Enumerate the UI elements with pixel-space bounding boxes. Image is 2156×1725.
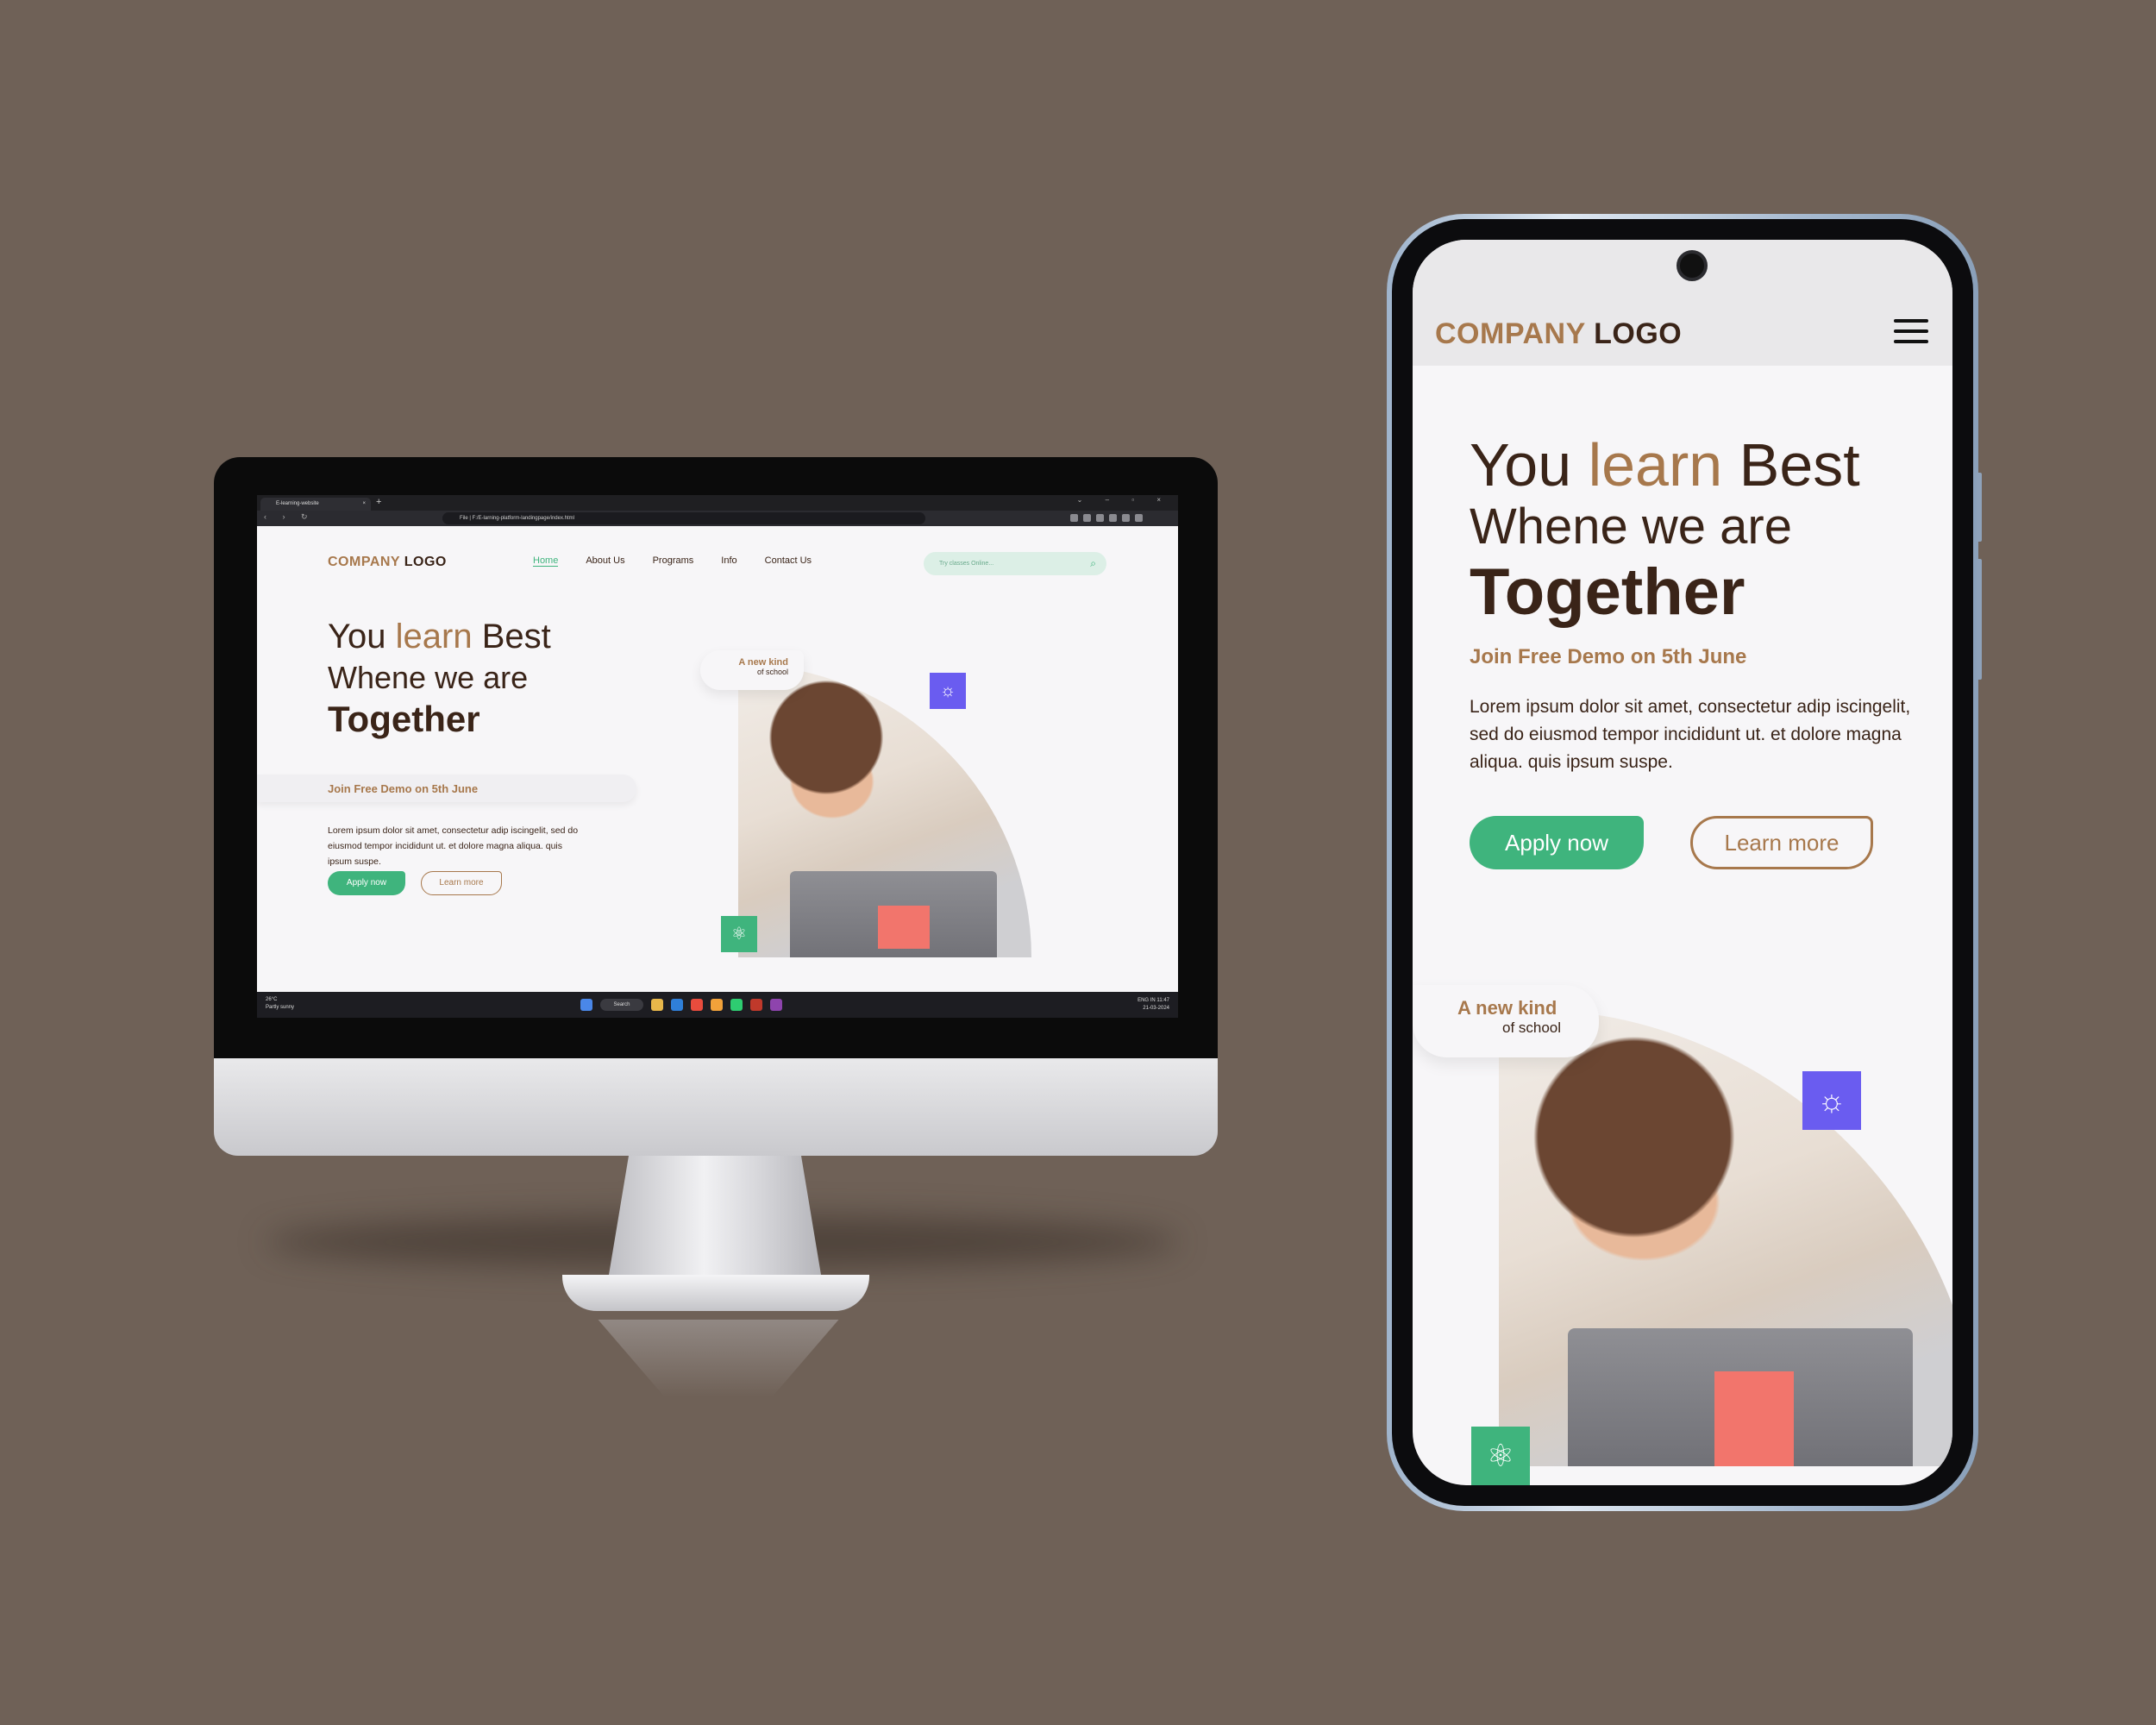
- demo-banner: Join Free Demo on 5th June: [257, 775, 636, 802]
- tray-time: 11:47: [1156, 998, 1169, 1003]
- taskbar-search[interactable]: Search: [600, 999, 643, 1011]
- mobile-new-kind-badge: A new kind of school: [1413, 985, 1599, 1057]
- nav-home[interactable]: Home: [533, 555, 559, 567]
- search-placeholder: Try classes Online...: [939, 561, 994, 567]
- search-icon[interactable]: ⌕: [1090, 552, 1096, 575]
- monitor-stand-neck: [607, 1156, 823, 1285]
- browser-tab-strip: E-learning-website × + ⌄ – ▫ ×: [257, 495, 1178, 511]
- new-kind-text: A new kind: [1457, 997, 1557, 1019]
- browser-nav-icons[interactable]: ‹ › ↻: [264, 512, 315, 522]
- front-camera: [1677, 250, 1708, 281]
- demo-text: Join Free Demo on 5th June: [328, 782, 479, 795]
- mobile-hero-photo: [1499, 1009, 1952, 1466]
- phone-side-button: [1977, 473, 1982, 542]
- lightbulb-icon: ☼: [1802, 1071, 1861, 1130]
- mobile-learn-more-button[interactable]: Learn more: [1690, 816, 1873, 869]
- phone-screen: COMPANY LOGO You learn Best Whene we are…: [1413, 240, 1952, 1485]
- mobile-hero-description: Lorem ipsum dolor sit amet, consectetur …: [1470, 697, 1911, 772]
- search-input[interactable]: Try classes Online... ⌕: [924, 552, 1106, 575]
- hero-line1-learn: learn: [395, 618, 473, 656]
- hero-line1-c: Best: [1722, 431, 1860, 499]
- mobile-demo-text: Join Free Demo on 5th June: [1470, 645, 1747, 668]
- hero-heading: You learn Best Whene we are Together: [328, 616, 551, 740]
- monitor-stand-reflection: [598, 1320, 839, 1397]
- desktop-screen: E-learning-website × + ⌄ – ▫ × ‹ › ↻ Fil…: [257, 495, 1178, 1018]
- tray-lang: ENG IN: [1138, 998, 1156, 1003]
- system-tray[interactable]: ENG IN 11:47 21-03-2024: [1138, 997, 1169, 1013]
- app-icon[interactable]: [711, 999, 723, 1011]
- logo-company-text: COMPANY: [1435, 317, 1586, 350]
- nav-info[interactable]: Info: [721, 555, 736, 567]
- browser-address-bar: ‹ › ↻ File | F:/E-larning-platform-landi…: [257, 511, 1178, 526]
- phone-mockup: COMPANY LOGO You learn Best Whene we are…: [1387, 214, 1982, 1511]
- of-school-text: of school: [1502, 1019, 1562, 1036]
- nav-contact-us[interactable]: Contact Us: [765, 555, 812, 567]
- tray-date: 21-03-2024: [1143, 1006, 1169, 1011]
- monitor-stand-base: [562, 1275, 869, 1311]
- logo-word-text: LOGO: [1594, 317, 1683, 350]
- apply-now-button[interactable]: Apply now: [328, 871, 405, 895]
- hero-line3: Together: [1470, 555, 1745, 629]
- app-icon[interactable]: [691, 999, 703, 1011]
- mobile-apply-now-button[interactable]: Apply now: [1470, 816, 1644, 869]
- hero-line1-learn: learn: [1588, 431, 1723, 499]
- taskbar-apps: Search: [580, 998, 782, 1012]
- of-school-text: of school: [756, 668, 788, 676]
- site-header: COMPANY LOGO Home About Us Programs Info…: [257, 526, 1178, 586]
- phone-volume-button: [1977, 559, 1982, 680]
- company-logo[interactable]: COMPANY LOGO: [328, 555, 447, 570]
- window-controls[interactable]: ⌄ – ▫ ×: [1077, 496, 1171, 504]
- new-tab-icon[interactable]: +: [376, 497, 381, 507]
- hero-line1-c: Best: [472, 618, 551, 656]
- weather-desc: Partly sunny: [266, 1005, 295, 1010]
- windows-start-icon[interactable]: [580, 999, 592, 1011]
- hero-line2: Whene we are: [1470, 499, 1792, 555]
- phone-bezel: COMPANY LOGO You learn Best Whene we are…: [1392, 219, 1973, 1506]
- app-icon[interactable]: [671, 999, 683, 1011]
- nav-programs[interactable]: Programs: [653, 555, 694, 567]
- hero-line1-a: You: [1470, 431, 1589, 499]
- mobile-hero-heading: You learn Best Whene we are Together: [1470, 431, 1860, 630]
- weather-temp: 26°C: [266, 997, 278, 1002]
- weather-widget[interactable]: 26°C Partly sunny: [266, 996, 294, 1012]
- close-tab-icon[interactable]: ×: [362, 498, 366, 511]
- hero-line2: Whene we are: [328, 660, 529, 695]
- browser-tab-title: E-learning-website: [276, 501, 319, 506]
- photo-sticky-note: [878, 906, 930, 949]
- desktop-monitor-mockup: E-learning-website × + ⌄ – ▫ × ‹ › ↻ Fil…: [214, 457, 1218, 1397]
- windows-taskbar: 26°C Partly sunny Search ENG IN 11:47 21…: [257, 992, 1178, 1018]
- lightbulb-icon: ☼: [930, 673, 966, 709]
- hero-photo: [738, 664, 1031, 957]
- learn-more-button[interactable]: Learn more: [421, 871, 502, 895]
- hero-line3: Together: [328, 699, 480, 739]
- logo-company-text: COMPANY: [328, 555, 400, 569]
- app-icon[interactable]: [730, 999, 743, 1011]
- browser-extension-icons[interactable]: [1068, 512, 1171, 524]
- nav-about-us[interactable]: About Us: [586, 555, 624, 567]
- logo-word-text: LOGO: [404, 555, 447, 569]
- atom-icon: ⚛: [1471, 1427, 1530, 1485]
- hero-description: Lorem ipsum dolor sit amet, consectetur …: [328, 825, 579, 867]
- app-icon[interactable]: [770, 999, 782, 1011]
- mobile-company-logo[interactable]: COMPANY LOGO: [1435, 317, 1682, 351]
- app-icon[interactable]: [750, 999, 762, 1011]
- atom-icon: ⚛: [721, 916, 757, 952]
- main-nav: Home About Us Programs Info Contact Us: [533, 555, 812, 567]
- monitor-chin: [214, 1058, 1218, 1156]
- hero-line1-a: You: [328, 618, 396, 656]
- browser-tab[interactable]: E-learning-website ×: [260, 498, 371, 511]
- app-icon[interactable]: [651, 999, 663, 1011]
- new-kind-text: A new kind: [738, 657, 788, 668]
- hamburger-menu-icon[interactable]: [1894, 319, 1928, 345]
- url-field[interactable]: File | F:/E-larning-platform-landingpage…: [442, 512, 925, 524]
- new-kind-badge: A new kind of school: [700, 650, 804, 690]
- photo-sticky-note: [1714, 1371, 1794, 1466]
